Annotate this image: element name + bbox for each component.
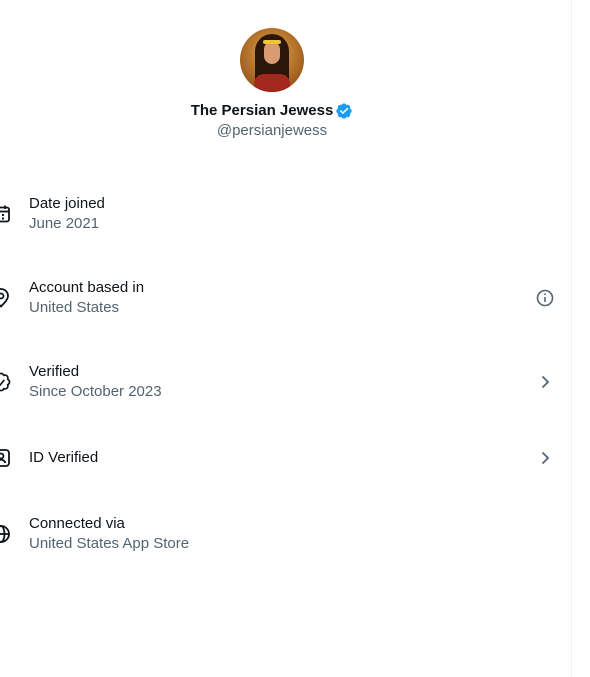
profile-header: The Persian Jewess @persianjewess (0, 28, 544, 141)
handle: @persianjewess (216, 122, 328, 139)
globe-icon (0, 524, 11, 544)
date-joined-value: June 2021 (29, 215, 100, 232)
display-name[interactable]: The Persian Jewess (191, 101, 334, 121)
avatar[interactable] (240, 28, 304, 92)
verified-label: Verified (29, 363, 80, 380)
date-joined-label: Date joined (29, 195, 105, 212)
verified-badge-icon (335, 102, 353, 120)
account-based-in-label: Account based in (29, 279, 145, 296)
verified-value: Since October 2023 (29, 383, 162, 400)
chevron-right-icon[interactable] (535, 372, 555, 392)
verified-seal-icon (0, 372, 11, 392)
panel-divider (571, 0, 572, 677)
about-account-panel: The Persian Jewess @persianjewess Date j… (0, 0, 571, 677)
id-card-icon (0, 448, 11, 468)
calendar-icon (0, 204, 11, 224)
connected-via-value: United States App Store (29, 535, 190, 552)
account-based-in-value: United States (29, 299, 120, 316)
id-verified-label: ID Verified (29, 449, 99, 466)
location-pin-icon (0, 288, 11, 308)
connected-via-label: Connected via (29, 515, 125, 532)
chevron-right-icon[interactable] (535, 448, 555, 468)
info-icon[interactable] (535, 288, 555, 308)
name-row: The Persian Jewess (0, 101, 544, 121)
